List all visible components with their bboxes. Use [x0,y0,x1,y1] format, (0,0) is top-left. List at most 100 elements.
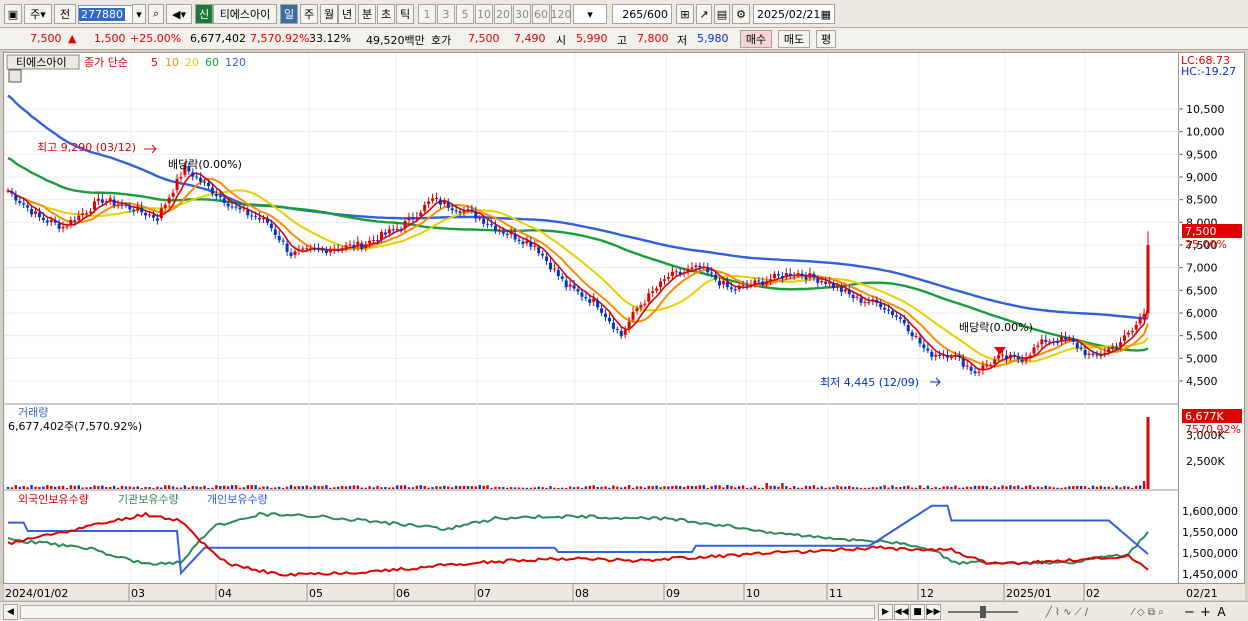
zoom-out-icon[interactable]: − [1182,604,1197,620]
candle-body [635,308,639,312]
volume-bar [553,487,556,489]
volume-bar [164,485,167,489]
save-icon[interactable]: ▤ [714,4,730,24]
holding-tick-label: 1,500,000 [1182,547,1238,560]
x-tick-label: 06 [396,587,410,600]
stop-icon[interactable]: ■ [910,604,925,620]
drawing-tools[interactable]: ╱ ⌇ ∿ ⟋ ∕ [1022,604,1112,620]
date-input[interactable]: 2025/02/21 ▦ [753,4,835,24]
minute-60[interactable]: 60 [532,4,550,24]
scroll-track[interactable] [20,605,875,619]
zoom-slider-handle[interactable] [980,606,986,618]
candle-body [128,205,132,210]
candle-body [41,217,45,221]
candle-body [725,282,729,288]
code-dropdown-icon[interactable]: ▾ [132,4,146,24]
candle-body [210,187,214,194]
scroll-right-icon[interactable]: ▶ [878,604,893,620]
candle-body [651,291,655,293]
volume-bar [883,485,886,489]
volume-bar [101,485,104,489]
interval-month[interactable]: 월 [320,4,338,24]
candle-body [277,235,281,241]
minute-1[interactable]: 1 [418,4,436,24]
tool-icons[interactable]: ⁄ ◇ ⧉ ⌕ [1118,604,1178,620]
x-tick-label: 04 [218,587,232,600]
volume-bar [808,486,812,489]
volume-bar [616,486,619,489]
gear-icon[interactable]: ⚙ [732,4,750,24]
high-annotation: 최고 9,290 (03/12) [37,141,136,154]
candle-body [301,248,305,250]
candle-body [1134,324,1138,330]
volume-bar [682,487,686,489]
speaker-icon[interactable]: ◀▾ [166,4,192,24]
minute-5[interactable]: 5 [456,4,474,24]
custom-interval-select[interactable]: ▾ [573,4,607,24]
minute-20[interactable]: 20 [494,4,512,24]
period-select[interactable]: 주 ▾ [24,4,52,24]
candle-body [576,289,580,292]
buy-button[interactable]: 매수 [740,30,772,48]
interval-second[interactable]: 초 [377,4,395,24]
minute-120[interactable]: 120 [551,4,572,24]
sell-button[interactable]: 매도 [778,30,810,48]
calendar-icon[interactable]: ▦ [821,8,831,21]
volume-bar [175,487,179,489]
high-label: 고 [617,34,628,47]
candle-body [596,300,600,308]
candle-body [1138,318,1142,324]
volume-bar [529,487,533,489]
volume-bar [120,485,124,489]
volume-bar [85,487,88,489]
candle-body [879,303,883,308]
candle-body [265,218,269,223]
prev-button[interactable]: 전 [54,4,76,24]
interval-minute[interactable]: 분 [358,4,376,24]
candle-body [788,273,792,277]
volume-bar [655,485,658,489]
candle-body [580,292,584,297]
window-icon[interactable]: ▣ [4,4,22,24]
candle-body [336,249,340,251]
volume-bar [321,486,324,489]
candle-body [541,253,545,256]
minute-3[interactable]: 3 [437,4,455,24]
candle-body [206,182,210,187]
volume-bar [191,486,194,489]
interval-year[interactable]: 년 [338,4,356,24]
interval-week[interactable]: 주 [300,4,318,24]
eval-button[interactable]: 평 [816,30,836,48]
scroll-left-icon[interactable]: ◀ [3,604,18,620]
candle-body [179,177,183,179]
volume-bar [659,487,662,489]
forward-icon[interactable]: ▶▶ [926,604,941,620]
draw-icon[interactable]: ↗ [696,4,712,24]
holding-tick-label: 1,450,000 [1182,568,1238,581]
minute-30[interactable]: 30 [513,4,531,24]
zoom-icon[interactable]: ⊞ [676,4,694,24]
volume-bar [1119,487,1122,489]
candle-body [1118,342,1122,347]
volume-bar [274,487,277,489]
indicator-menu-icon[interactable] [8,69,22,83]
count-input[interactable]: 265/600 [612,4,672,24]
volume-bar [922,487,926,489]
interval-day[interactable]: 일 [280,4,298,24]
chart-area[interactable]: 티에스아이 종가 단순 5 10 20 60 120 최고 9,290 (03/… [3,52,1180,601]
candle-body [682,272,686,274]
zoom-in-icon[interactable]: + [1198,604,1213,620]
ma-legend-120: 120 [225,56,246,69]
font-size-icon[interactable]: A [1214,604,1229,620]
volume-bar [148,487,151,489]
volume-bar [592,485,595,489]
volume-bar [867,487,871,489]
search-icon[interactable]: ⌕ [148,4,164,24]
rewind-icon[interactable]: ◀◀ [894,604,909,620]
volume-bar [977,485,981,489]
interval-tick[interactable]: 틱 [396,4,414,24]
candle-body [273,229,277,235]
volume-bar [1064,487,1067,489]
candle-body [313,248,317,250]
minute-10[interactable]: 10 [475,4,493,24]
